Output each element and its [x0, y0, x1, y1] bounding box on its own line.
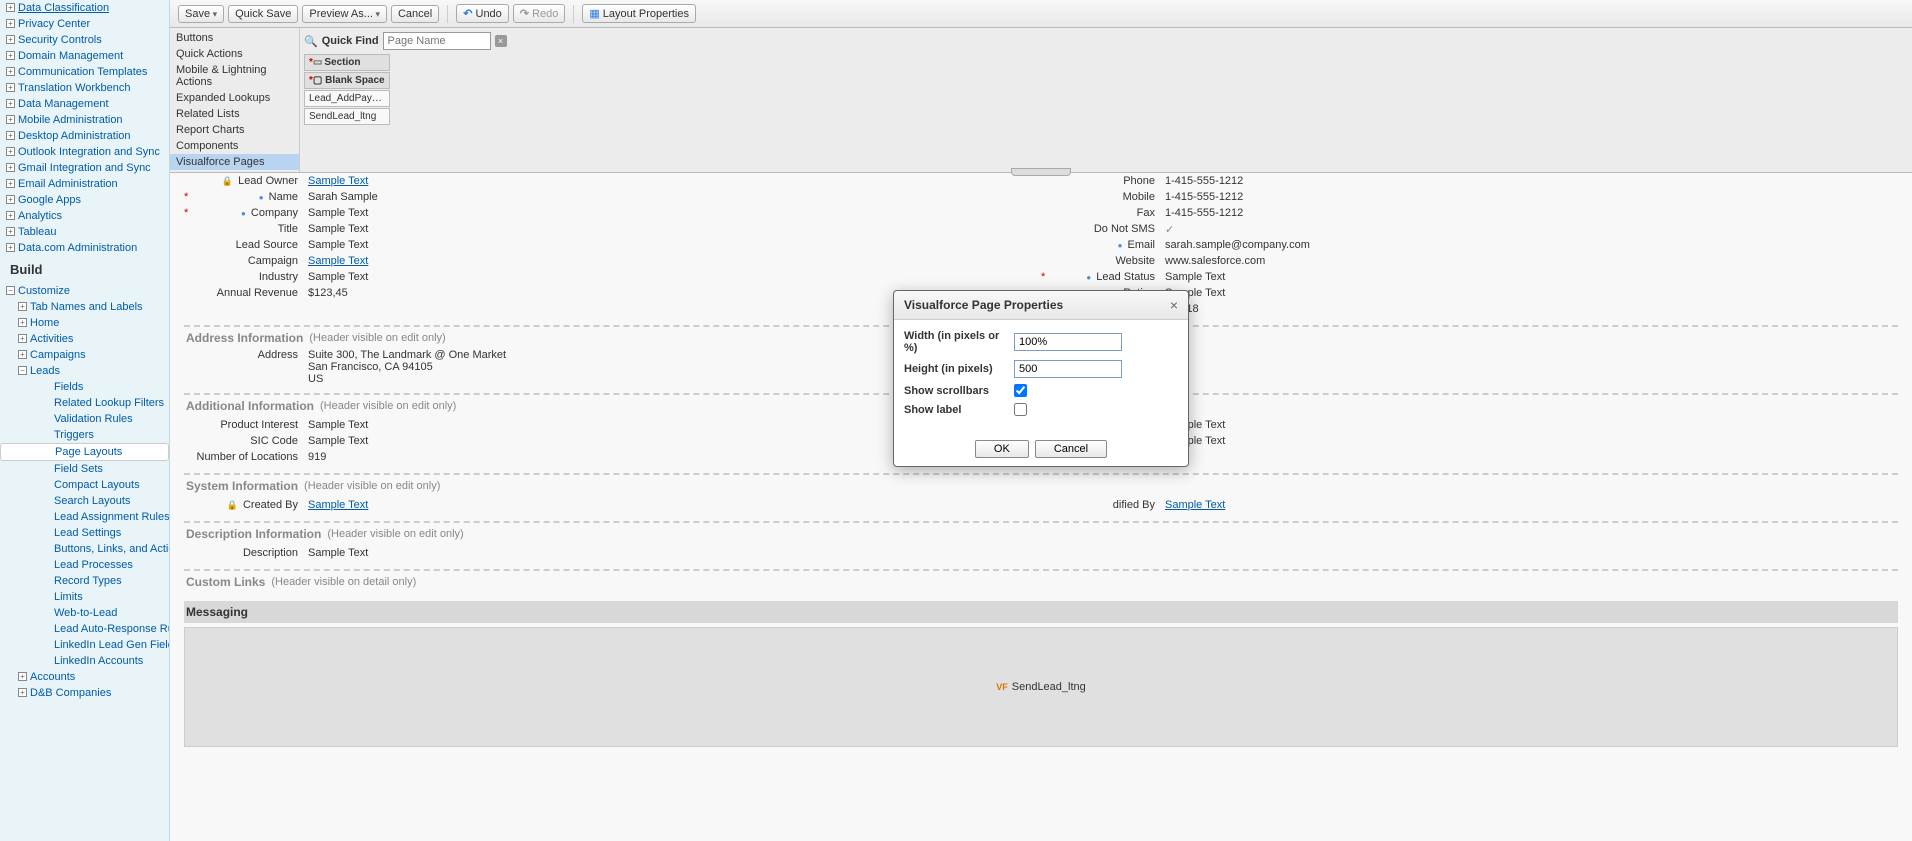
sidebar-item[interactable]: Fields	[0, 379, 169, 395]
sidebar-item[interactable]: Web-to-Lead	[0, 605, 169, 621]
sidebar-item[interactable]: LinkedIn Accounts	[0, 653, 169, 669]
sidebar-item[interactable]: Lead Assignment Rules	[0, 509, 169, 525]
sidebar-item[interactable]: +Accounts	[0, 669, 169, 685]
sidebar-item[interactable]: Field Sets	[0, 461, 169, 477]
sidebar-item[interactable]: +Tableau	[0, 224, 169, 240]
modal-title: Visualforce Page Properties	[904, 298, 1063, 312]
sidebar-item[interactable]: +Gmail Integration and Sync	[0, 160, 169, 176]
sidebar-item[interactable]: +Campaigns	[0, 347, 169, 363]
sidebar-item[interactable]: +Data.com Administration	[0, 240, 169, 256]
sidebar-item[interactable]: +Mobile Administration	[0, 112, 169, 128]
sidebar-item[interactable]: Buttons, Links, and Actions	[0, 541, 169, 557]
sidebar-item[interactable]: LinkedIn Lead Gen Fields	[0, 637, 169, 653]
sidebar-item[interactable]: +Tab Names and Labels	[0, 299, 169, 315]
sidebar-item[interactable]: +Email Administration	[0, 176, 169, 192]
sidebar-item[interactable]: Triggers	[0, 427, 169, 443]
sidebar-item[interactable]: +Google Apps	[0, 192, 169, 208]
sidebar-item[interactable]: +Domain Management	[0, 48, 169, 64]
sidebar-leads[interactable]: −Leads	[0, 363, 169, 379]
sidebar-item[interactable]: Validation Rules	[0, 411, 169, 427]
scrollbars-label: Show scrollbars	[904, 385, 1014, 397]
modal-cancel-button[interactable]: Cancel	[1035, 440, 1107, 458]
modal-ok-button[interactable]: OK	[975, 440, 1029, 458]
sidebar-item[interactable]: +Translation Workbench	[0, 80, 169, 96]
sidebar-item[interactable]: Lead Auto-Response Rules	[0, 621, 169, 637]
sidebar-item[interactable]: +Home	[0, 315, 169, 331]
sidebar-item[interactable]: +Privacy Center	[0, 16, 169, 32]
sidebar-item[interactable]: Page Layouts	[0, 443, 169, 461]
height-input[interactable]	[1014, 360, 1122, 378]
vf-properties-modal: Visualforce Page Properties × Width (in …	[893, 290, 1189, 467]
sidebar-item[interactable]: +Data Management	[0, 96, 169, 112]
height-label: Height (in pixels)	[904, 363, 1014, 375]
sidebar-item[interactable]: Related Lookup Filters	[0, 395, 169, 411]
show-label-label: Show label	[904, 404, 1014, 416]
scrollbars-checkbox[interactable]	[1014, 384, 1027, 397]
sidebar-item[interactable]: Search Layouts	[0, 493, 169, 509]
sidebar-item[interactable]: +D&B Companies	[0, 685, 169, 701]
main-content: Save Quick Save Preview As... Cancel Und…	[170, 0, 1912, 841]
sidebar-item[interactable]: Limits	[0, 589, 169, 605]
sidebar-item[interactable]: Lead Settings	[0, 525, 169, 541]
modal-close-icon[interactable]: ×	[1170, 297, 1178, 313]
sidebar-item[interactable]: Compact Layouts	[0, 477, 169, 493]
sidebar-item[interactable]: Lead Processes	[0, 557, 169, 573]
width-input[interactable]	[1014, 333, 1122, 351]
sidebar-item[interactable]: +Data Classification	[0, 0, 169, 16]
sidebar-item[interactable]: +Security Controls	[0, 32, 169, 48]
width-label: Width (in pixels or %)	[904, 330, 1014, 354]
sidebar-customize[interactable]: −Customize	[0, 283, 169, 299]
sidebar-item[interactable]: +Analytics	[0, 208, 169, 224]
sidebar: +Data Classification+Privacy Center+Secu…	[0, 0, 170, 841]
modal-backdrop: Visualforce Page Properties × Width (in …	[170, 0, 1912, 841]
sidebar-item[interactable]: +Activities	[0, 331, 169, 347]
sidebar-item[interactable]: +Communication Templates	[0, 64, 169, 80]
show-label-checkbox[interactable]	[1014, 403, 1027, 416]
sidebar-item[interactable]: +Desktop Administration	[0, 128, 169, 144]
build-section: Build	[0, 256, 169, 283]
sidebar-item[interactable]: +Outlook Integration and Sync	[0, 144, 169, 160]
sidebar-item[interactable]: Record Types	[0, 573, 169, 589]
